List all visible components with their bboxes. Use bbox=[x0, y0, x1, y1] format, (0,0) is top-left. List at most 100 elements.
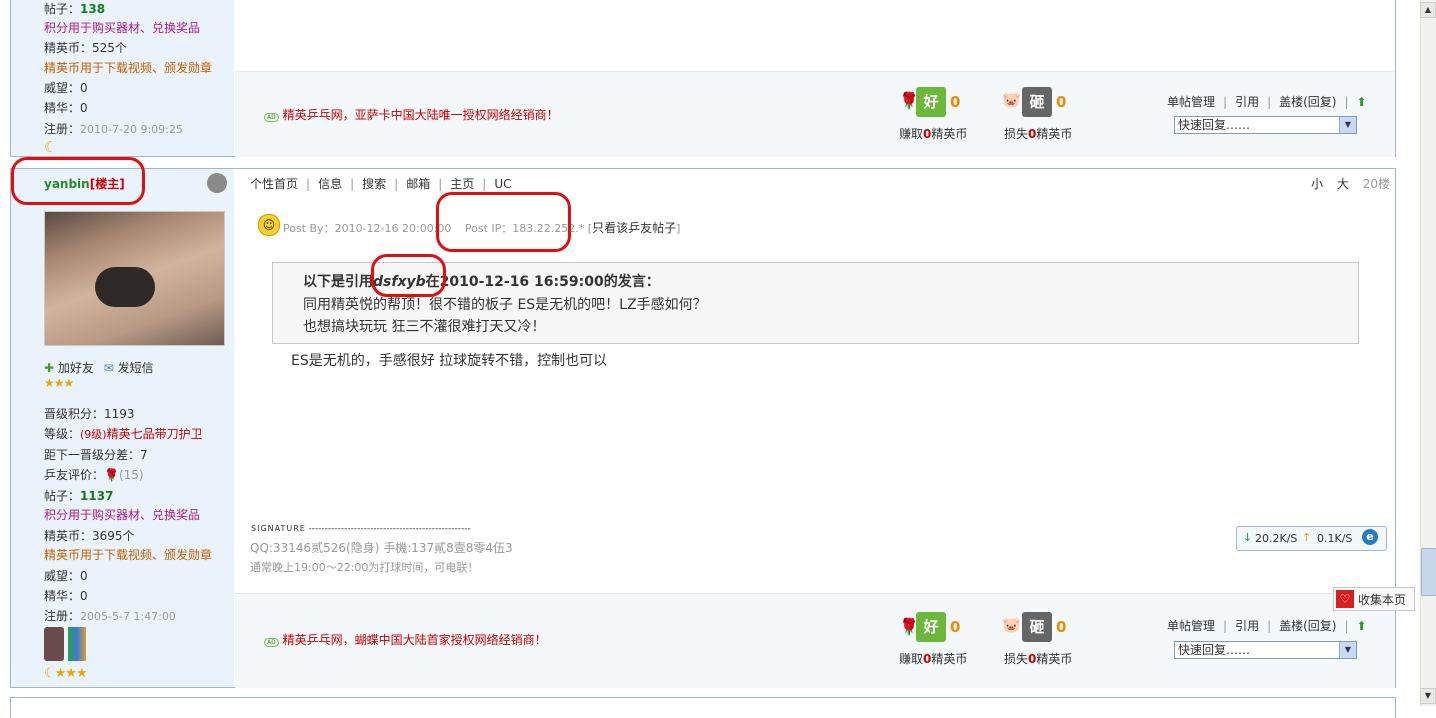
single-post-manage-link[interactable]: 单帖管理 bbox=[1167, 619, 1215, 633]
chevron-down-icon: ▼ bbox=[1339, 117, 1356, 133]
bookmark-button[interactable]: ♡ 收集本页 bbox=[1333, 587, 1415, 611]
signature-line: 通常晚上19:00～22:00为打球时间，可电联！ bbox=[250, 561, 479, 574]
heart-icon: ♡ bbox=[1336, 590, 1354, 608]
points-note: 积分用于购买器材、兑换奖品 bbox=[44, 508, 201, 522]
coins: 精英币：525个 bbox=[44, 41, 127, 55]
signature-divider: SIGNATURE ------------------------------… bbox=[251, 524, 471, 534]
good-count: 0 bbox=[950, 618, 961, 636]
scroll-down-button[interactable]: ▼ bbox=[1420, 688, 1436, 704]
essence: 精华：0 bbox=[44, 589, 88, 603]
rating: 乒友评价：🌹(15) bbox=[44, 468, 144, 482]
bad-count: 0 bbox=[1056, 93, 1067, 111]
level: 等级：(9级)精英七品带刀护卫 bbox=[44, 427, 203, 441]
single-post-manage-link[interactable]: 单帖管理 bbox=[1167, 95, 1215, 109]
net-speed-widget[interactable]: ↓ 20.2K/S ↑ 0.1K/S e bbox=[1236, 526, 1387, 551]
post-meta: Post By：2010-12-16 20:00:00 Post IP：183.… bbox=[283, 221, 681, 235]
username[interactable]: yanbin[楼主] bbox=[44, 175, 125, 192]
online-status-icon bbox=[207, 173, 227, 193]
font-small-link[interactable]: 小 bbox=[1311, 177, 1323, 191]
nav-uc[interactable]: UC bbox=[494, 177, 511, 191]
posts-count: 帖子：1137 bbox=[44, 489, 114, 503]
post-header-right: 小 大 20楼 bbox=[1311, 175, 1390, 192]
nav-homepage[interactable]: 个性首页 bbox=[250, 177, 298, 191]
essence: 精华：0 bbox=[44, 101, 88, 115]
post-actions: 单帖管理 | 引用 | 盖楼(回复) | ⬆ bbox=[1167, 95, 1367, 109]
font-large-link[interactable]: 大 bbox=[1337, 177, 1349, 191]
points-note: 积分用于购买器材、兑换奖品 bbox=[44, 21, 201, 35]
user-actions: ✚ 加好友 ✉ 发短信 bbox=[44, 359, 154, 376]
quote-line: 也想搞块玩玩 狂三不灌很难打天又冷！ bbox=[303, 319, 546, 335]
vertical-scrollbar[interactable] bbox=[1420, 0, 1436, 706]
nav-info[interactable]: 信息 bbox=[318, 177, 342, 191]
nav-search[interactable]: 搜索 bbox=[362, 177, 386, 191]
bad-count: 0 bbox=[1056, 618, 1067, 636]
scroll-thumb[interactable] bbox=[1421, 548, 1436, 596]
ad-icon: AD bbox=[264, 113, 279, 122]
signature-line: QQ:33146贰526(隐身) 手機:137貳8壹8零4伍3 bbox=[250, 541, 513, 555]
bad-icon[interactable]: 砸 bbox=[1022, 87, 1052, 117]
good-count: 0 bbox=[950, 93, 961, 111]
send-message-link[interactable]: 发短信 bbox=[118, 361, 154, 375]
upload-speed: 0.1K/S bbox=[1317, 532, 1353, 545]
moon-icon: ☾ bbox=[44, 138, 58, 156]
moon-stars-icon: ☾★★★ bbox=[44, 666, 88, 681]
medal-icon bbox=[44, 627, 64, 661]
quote-link[interactable]: 引用 bbox=[1235, 95, 1259, 109]
chevron-down-icon: ▼ bbox=[1339, 642, 1356, 658]
medal-icon bbox=[68, 627, 86, 661]
user-nav: 个性首页 | 信息 | 搜索 | 邮箱 | 主页 | UC bbox=[250, 177, 512, 191]
avatar-cat bbox=[95, 267, 155, 307]
reply-text: ES是无机的，手感很好 拉球旋转不错，控制也可以 bbox=[291, 353, 608, 369]
build-reply-link[interactable]: 盖楼(回复) bbox=[1279, 95, 1336, 109]
quote-link[interactable]: 引用 bbox=[1235, 619, 1259, 633]
coins-note: 精英币用于下载视频、颁发勋章 bbox=[44, 61, 213, 75]
arrow-down-icon: ↓ bbox=[1243, 531, 1253, 544]
quote-line: 同用精英悦的帮顶！很不错的板子 ES是无机的吧！LZ手感如何？ bbox=[303, 297, 707, 313]
next-level: 距下一晋级分差：7 bbox=[44, 448, 148, 462]
ad-icon: AD bbox=[264, 638, 279, 647]
rose-icon: 🌹 bbox=[104, 468, 119, 482]
ad-banner[interactable]: AD 精英乒乓网，蝴蝶中国大陆首家授权网络经销商！ bbox=[264, 631, 547, 648]
coins: 精英币：3695个 bbox=[44, 529, 135, 543]
scroll-up-button[interactable]: ▲ bbox=[1420, 2, 1436, 18]
register-date: 注册：2005-5-7 1:47:00 bbox=[44, 609, 176, 623]
download-speed: 20.2K/S bbox=[1255, 532, 1298, 545]
nav-mail[interactable]: 邮箱 bbox=[406, 177, 430, 191]
lose-label: 损失0精英币 bbox=[1004, 127, 1073, 141]
lose-label: 损失0精英币 bbox=[1004, 652, 1073, 666]
prestige: 威望：0 bbox=[44, 81, 88, 95]
arrow-up-icon: ↑ bbox=[1302, 531, 1312, 544]
browser-icon: e bbox=[1362, 529, 1378, 545]
only-view-link[interactable]: 只看该乒友帖子 bbox=[592, 221, 676, 235]
floor-number: 20楼 bbox=[1362, 177, 1390, 191]
bad-icon[interactable]: 砸 bbox=[1022, 612, 1052, 642]
quick-reply-select[interactable]: 快速回复…… ▼ bbox=[1174, 116, 1357, 134]
earn-label: 赚取0精英币 bbox=[899, 652, 968, 666]
avatar[interactable] bbox=[44, 211, 225, 346]
coins-note: 精英币用于下载视频、颁发勋章 bbox=[44, 548, 213, 562]
quote-header: 以下是引用dsfxyb在2010-12-16 16:59:00的发言： bbox=[303, 274, 660, 290]
arrow-up-icon[interactable]: ⬆ bbox=[1357, 619, 1367, 633]
prestige: 威望：0 bbox=[44, 569, 88, 583]
build-reply-link[interactable]: 盖楼(回复) bbox=[1279, 619, 1336, 633]
pig-icon: 🐷 bbox=[1002, 91, 1021, 109]
arrow-up-icon[interactable]: ⬆ bbox=[1357, 95, 1367, 109]
plus-icon: ✚ bbox=[44, 361, 55, 375]
ad-banner[interactable]: AD 精英乒乓网，亚萨卡中国大陆唯一授权网络经销商！ bbox=[264, 106, 559, 123]
earn-label: 赚取0精英币 bbox=[899, 127, 968, 141]
quote-author[interactable]: dsfxyb bbox=[373, 274, 426, 290]
good-icon[interactable]: 好 bbox=[916, 612, 946, 642]
nav-home[interactable]: 主页 bbox=[450, 177, 474, 191]
level-points: 晋级积分：1193 bbox=[44, 407, 135, 421]
post-next-frame bbox=[10, 697, 1396, 718]
register-date: 注册：2010-7-20 9:09:25 bbox=[44, 122, 183, 136]
quick-reply-select[interactable]: 快速回复…… ▼ bbox=[1174, 641, 1357, 659]
good-icon[interactable]: 好 bbox=[916, 87, 946, 117]
smiley-icon: ☺ bbox=[258, 214, 280, 236]
posts-count: 帖子：138 bbox=[44, 2, 106, 16]
pig-icon: 🐷 bbox=[1002, 616, 1021, 634]
add-friend-link[interactable]: 加好友 bbox=[58, 361, 94, 375]
envelope-icon: ✉ bbox=[103, 361, 114, 375]
star-rating-icon: ★★★ bbox=[44, 376, 74, 390]
post-actions: 单帖管理 | 引用 | 盖楼(回复) | ⬆ bbox=[1167, 619, 1367, 633]
